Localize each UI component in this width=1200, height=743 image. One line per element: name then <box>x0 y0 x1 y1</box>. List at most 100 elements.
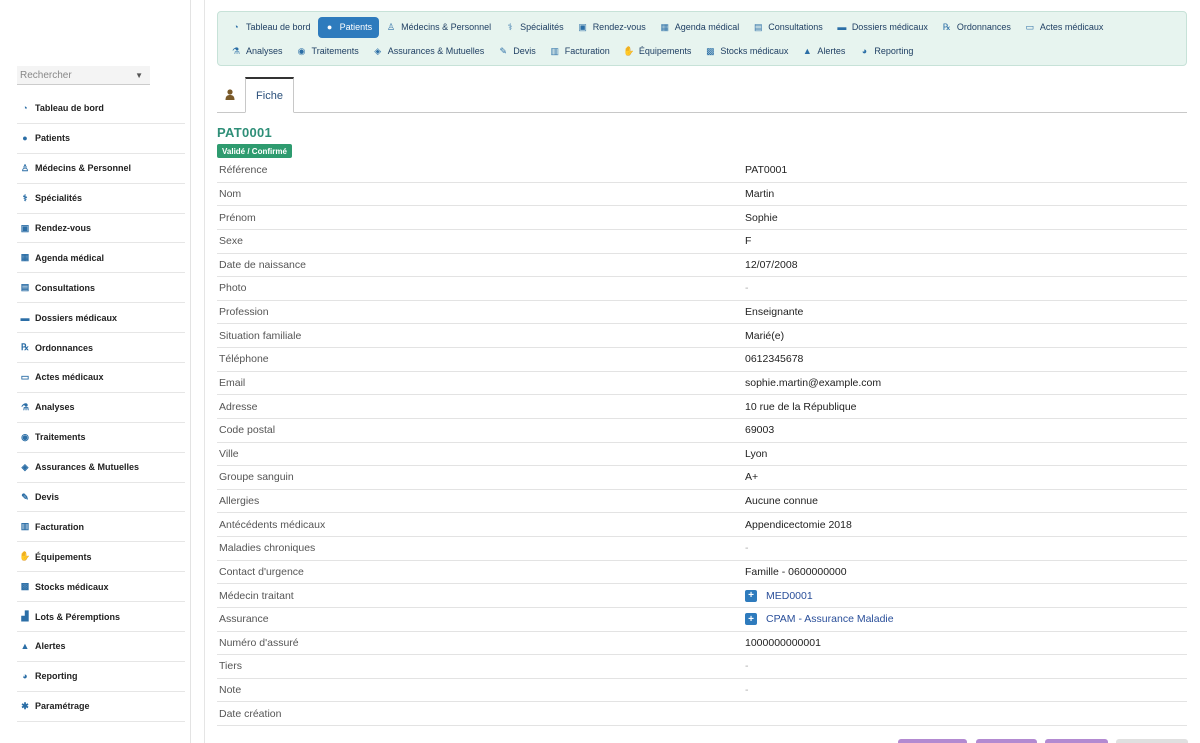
sidebar-item-facturation[interactable]: ▥ Facturation <box>17 512 185 543</box>
nav-label: Alertes <box>817 46 846 56</box>
field-row: Adresse 10 rue de la République <box>217 395 1187 419</box>
field-row: Date création <box>217 702 1187 726</box>
chart-pie-icon: ◕ <box>22 671 28 682</box>
sidebar-item-patients[interactable]: ● Patients <box>17 124 185 154</box>
field-row: Email sophie.martin@example.com <box>217 372 1187 396</box>
field-label: Référence <box>219 164 268 177</box>
field-value: sophie.martin@example.com <box>745 376 882 389</box>
sidebar-item-label: Équipements <box>35 551 92 562</box>
field-value: F <box>745 235 752 248</box>
nav-reporting[interactable]: ◕ Reporting <box>852 41 920 61</box>
sidebar-item-stocks-medicaux[interactable]: ▩ Stocks médicaux <box>17 572 185 603</box>
sidebar-item-traitements[interactable]: ◉ Traitements <box>17 423 185 453</box>
nav-agenda-medical[interactable]: ▦ Agenda médical <box>653 17 747 37</box>
sidebar-item-dossiers-medicaux[interactable]: ▬ Dossiers médicaux <box>17 303 185 334</box>
sidebar-item-label: Actes médicaux <box>35 372 104 383</box>
nav-specialites[interactable]: ⚕ Spécialités <box>498 17 571 37</box>
sidebar-item-lots-peremptions[interactable]: ▟ Lots & Péremptions <box>17 602 185 633</box>
boxes-icon: ▩ <box>706 45 715 56</box>
field-row: Sexe F <box>217 230 1187 254</box>
sidebar-item-ordonnances[interactable]: ℞ Ordonnances <box>17 333 185 364</box>
sidebar-item-label: Lots & Péremptions <box>35 611 121 622</box>
nav-actes-medicaux[interactable]: ▭ Actes médicaux <box>1018 17 1111 37</box>
nav-stocks-medicaux[interactable]: ▩ Stocks médicaux <box>698 41 795 61</box>
sidebar-item-tableau-de-bord[interactable]: ◔ Tableau de bord <box>17 94 185 124</box>
field-link[interactable]: + CPAM - Assurance Maladie <box>745 613 894 626</box>
action-button[interactable] <box>1116 739 1188 743</box>
field-row: Antécédents médicaux Appendicectomie 2018 <box>217 513 1187 537</box>
invoice-icon: ▥ <box>550 45 560 56</box>
field-row: Nom Martin <box>217 183 1187 207</box>
tab-user-icon[interactable] <box>217 77 243 112</box>
sidebar-item-label: Dossiers médicaux <box>35 312 118 323</box>
field-label: Adresse <box>219 400 258 413</box>
sidebar-item-actes-medicaux[interactable]: ▭ Actes médicaux <box>17 363 185 393</box>
field-label: Nom <box>219 187 242 200</box>
field-label: Contact d'urgence <box>219 565 304 578</box>
action-button[interactable] <box>1045 739 1108 743</box>
field-label: Numéro d'assuré <box>219 636 299 649</box>
field-label: Sexe <box>219 235 243 248</box>
nav-label: Devis <box>513 46 536 56</box>
nav-analyses[interactable]: ⚗ Analyses <box>224 41 290 61</box>
nav-alertes[interactable]: ▲ Alertes <box>795 41 852 61</box>
nav-patients[interactable]: ● Patients <box>317 16 380 38</box>
sidebar-item-parametrage[interactable]: ✱ Paramétrage <box>17 692 185 722</box>
user-icon: ● <box>22 133 28 144</box>
nav-traitements[interactable]: ◉ Traitements <box>290 41 366 61</box>
field-row: Référence PAT0001 <box>217 159 1187 183</box>
nav-label: Assurances & Mutuelles <box>387 46 485 56</box>
field-link[interactable]: + MED0001 <box>745 589 813 602</box>
field-label: Antécédents médicaux <box>219 518 326 531</box>
divider <box>204 0 205 743</box>
sidebar-item-label: Traitements <box>35 432 86 443</box>
field-label: Photo <box>219 282 247 295</box>
sidebar-item-equipements[interactable]: ✋ Équipements <box>17 542 185 573</box>
sidebar-item-label: Rendez-vous <box>35 223 92 233</box>
sidebar-item-label: Assurances & Mutuelles <box>35 462 140 473</box>
nav-label: Équipements <box>638 46 692 56</box>
nav-label: Stocks médicaux <box>720 46 789 56</box>
nav-equipements[interactable]: ✋ Équipements <box>617 41 699 61</box>
flask-icon: ⚗ <box>231 45 241 56</box>
nav-tableau-de-bord[interactable]: ◔ Tableau de bord <box>224 17 318 37</box>
sidebar-item-reporting[interactable]: ◕ Reporting <box>17 662 185 692</box>
calendar-check-icon: ▣ <box>20 222 30 233</box>
nav-ordonnances[interactable]: ℞ Ordonnances <box>935 17 1018 37</box>
nav-devis[interactable]: ✎ Devis <box>491 41 543 61</box>
field-value: 1000000000001 <box>745 636 821 649</box>
nav-rendez-vous[interactable]: ▣ Rendez-vous <box>571 17 653 37</box>
nav-consultations[interactable]: ▤ Consultations <box>746 17 830 37</box>
stethoscope-icon: ⚕ <box>22 192 28 203</box>
sidebar-item-label: Facturation <box>35 521 85 532</box>
action-button[interactable] <box>976 739 1037 743</box>
field-label: Assurance <box>219 613 269 626</box>
doctor-icon: ♙ <box>387 21 396 32</box>
nav-assurances-mutuelles[interactable]: ◈ Assurances & Mutuelles <box>366 41 492 61</box>
sidebar-item-label: Agenda médical <box>35 252 105 263</box>
nav-facturation[interactable]: ▥ Facturation <box>543 41 617 61</box>
sidebar-item-devis[interactable]: ✎ Devis <box>17 483 185 513</box>
plus-square-icon: + <box>745 613 757 626</box>
tab-fiche[interactable]: Fiche <box>245 77 294 113</box>
sidebar-item-medecins-personnel[interactable]: ♙ Médecins & Personnel <box>17 154 185 184</box>
sidebar-item-alertes[interactable]: ▲ Alertes <box>17 632 185 662</box>
action-button[interactable] <box>898 739 967 743</box>
field-label: Date création <box>219 707 282 720</box>
sidebar-item-analyses[interactable]: ⚗ Analyses <box>17 393 185 423</box>
sidebar-item-consultations[interactable]: ▤ Consultations <box>17 273 185 304</box>
bed-icon: ▭ <box>20 371 30 382</box>
gear-icon: ✱ <box>21 700 29 711</box>
search-select[interactable]: Rechercher ▼ <box>17 66 150 85</box>
record-tabs: Fiche <box>217 77 1187 113</box>
nav-dossiers-medicaux[interactable]: ▬ Dossiers médicaux <box>830 17 935 37</box>
sidebar-item-rendez-vous[interactable]: ▣ Rendez-vous <box>17 214 185 244</box>
sidebar-item-assurances-mutuelles[interactable]: ◈ Assurances & Mutuelles <box>17 453 185 483</box>
nav-medecins-personnel[interactable]: ♙ Médecins & Personnel <box>379 17 498 37</box>
sidebar-item-agenda-medical[interactable]: ▦ Agenda médical <box>17 243 185 274</box>
field-value: - <box>745 542 749 555</box>
field-value: PAT0001 <box>745 164 788 177</box>
field-value: Enseignante <box>745 306 804 319</box>
sidebar-item-specialites[interactable]: ⚕ Spécialités <box>17 184 185 214</box>
field-label: Prénom <box>219 211 256 224</box>
